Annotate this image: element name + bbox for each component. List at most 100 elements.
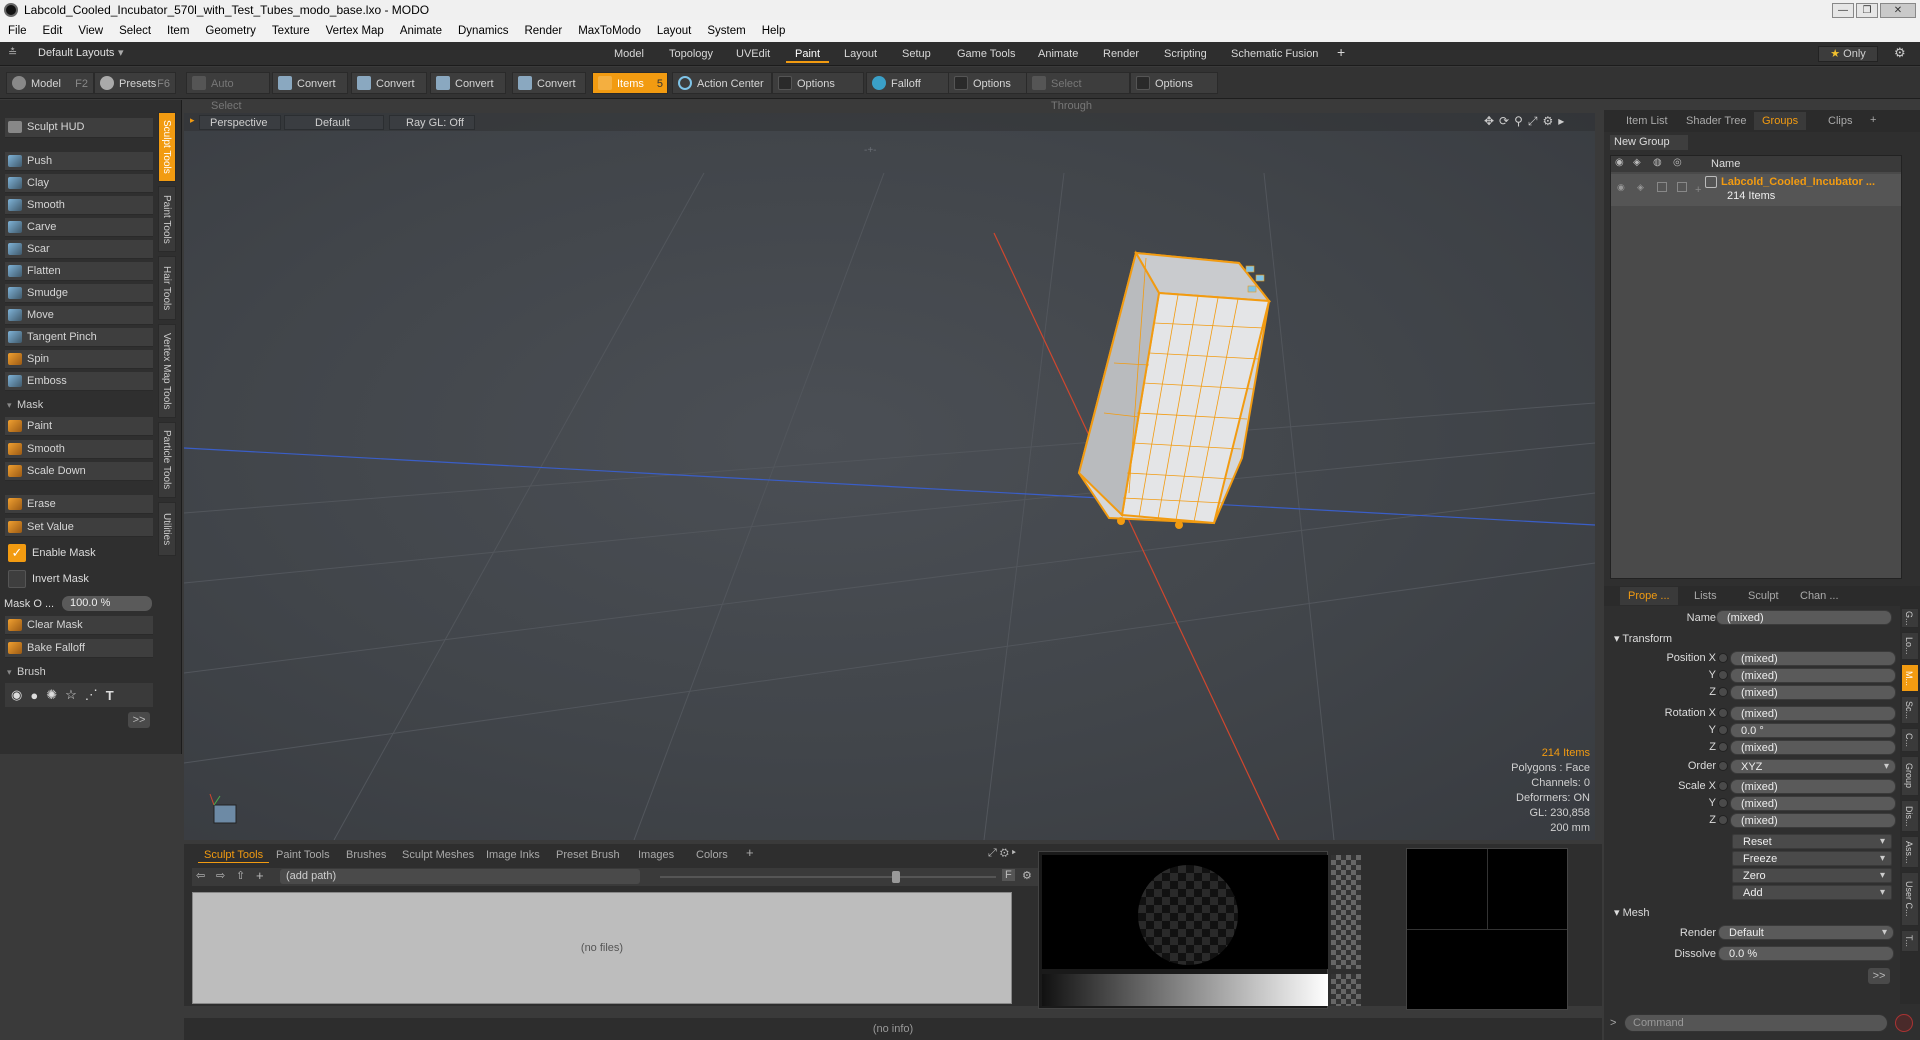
bottom-tab-brushes[interactable]: Brushes <box>340 847 392 863</box>
animate-dot[interactable] <box>1718 725 1728 735</box>
menu-layout[interactable]: Layout <box>649 25 700 37</box>
invert-mask-checkbox[interactable] <box>8 570 26 588</box>
order-dropdown[interactable]: XYZ <box>1730 759 1896 774</box>
mask-scale-down-button[interactable]: Scale Down <box>5 462 153 481</box>
view-type-dropdown[interactable]: Perspective <box>199 115 281 130</box>
menu-system[interactable]: System <box>699 25 753 37</box>
position-z-field[interactable]: (mixed) <box>1730 685 1896 700</box>
position-y-field[interactable]: (mixed) <box>1730 668 1896 683</box>
bottom-tab-sculpt-meshes[interactable]: Sculpt Meshes <box>396 847 480 863</box>
side-tab-t[interactable]: T... <box>1901 930 1919 952</box>
tab-setup[interactable]: Setup <box>893 45 940 63</box>
position-x-field[interactable]: (mixed) <box>1730 651 1896 666</box>
viewport-menu-arrow-icon[interactable]: ▸ <box>190 115 195 126</box>
hard-brush-icon[interactable]: ● <box>30 688 38 703</box>
add-tab-button[interactable]: + <box>740 845 760 861</box>
vtab-particle-tools[interactable]: Particle Tools <box>158 422 176 498</box>
mask-section-header[interactable]: Mask <box>5 397 153 413</box>
tool-smudge[interactable]: Smudge <box>5 284 153 303</box>
tab-scripting[interactable]: Scripting <box>1155 45 1216 63</box>
menu-geometry[interactable]: Geometry <box>197 25 264 37</box>
rotation-x-field[interactable]: (mixed) <box>1730 706 1896 721</box>
action-center-options-button[interactable]: Options <box>772 72 864 94</box>
group-row[interactable]: ◉ ◈ + Labcold_Cooled_Incubator ... 214 I… <box>1611 174 1901 206</box>
menu-help[interactable]: Help <box>754 25 794 37</box>
brush-section-header[interactable]: Brush <box>5 664 153 680</box>
tab-layout[interactable]: Layout <box>835 45 886 63</box>
tab-item-list[interactable]: Item List <box>1618 112 1676 130</box>
rotation-y-field[interactable]: 0.0 ° <box>1730 723 1896 738</box>
select-through-options-button[interactable]: Options <box>1130 72 1218 94</box>
menu-animate[interactable]: Animate <box>392 25 450 37</box>
sculpt-hud-button[interactable]: Sculpt HUD <box>5 118 153 138</box>
swatch-preview[interactable] <box>1331 974 1361 1006</box>
set-value-button[interactable]: Set Value <box>5 518 153 537</box>
tab-topology[interactable]: Topology <box>660 45 722 63</box>
panel-expand-icon[interactable]: ⤢ ⚙ ▸ <box>988 847 1016 860</box>
tab-lists[interactable]: Lists <box>1686 587 1725 605</box>
tool-push[interactable]: Push <box>5 152 153 171</box>
model-mode-button[interactable]: Model F2 <box>6 72 94 94</box>
groups-list[interactable]: ◉ ◈ ◍ ◎ Name ◉ ◈ + Labcold_Cooled_Incuba… <box>1610 155 1902 579</box>
menu-render[interactable]: Render <box>516 25 570 37</box>
add-path-icon[interactable]: + <box>256 868 264 883</box>
maximize-button[interactable]: ❐ <box>1856 2 1878 18</box>
vtab-sculpt-tools[interactable]: Sculpt Tools <box>158 112 176 182</box>
close-button[interactable]: ✕ <box>1880 2 1916 18</box>
side-tab-m[interactable]: M... <box>1901 664 1919 692</box>
zero-dropdown[interactable]: Zero <box>1732 868 1892 883</box>
freeze-dropdown[interactable]: Freeze <box>1732 851 1892 866</box>
tab-model[interactable]: Model <box>605 45 653 63</box>
bottom-tab-sculpt-tools[interactable]: Sculpt Tools <box>198 847 270 863</box>
side-tab-lo[interactable]: Lo... <box>1901 632 1919 660</box>
opacity-strip[interactable] <box>1331 855 1361 969</box>
bottom-tab-image-inks[interactable]: Image Inks <box>480 847 546 863</box>
bottom-tab-paint-tools[interactable]: Paint Tools <box>270 847 336 863</box>
tab-groups[interactable]: Groups <box>1754 112 1807 130</box>
animate-dot[interactable] <box>1718 670 1728 680</box>
tool-tangent-pinch[interactable]: Tangent Pinch <box>5 328 153 347</box>
filter-button[interactable]: F <box>1002 869 1015 881</box>
enable-mask-checkbox[interactable]: ✓ <box>8 544 26 562</box>
side-tab-g[interactable]: G... <box>1901 608 1919 628</box>
more-button[interactable]: >> <box>128 712 150 728</box>
add-panel-tab-button[interactable]: + <box>1862 111 1884 129</box>
animate-dot[interactable] <box>1718 798 1728 808</box>
tool-flatten[interactable]: Flatten <box>5 262 153 281</box>
splatter-brush-icon[interactable]: ✺ <box>46 687 57 703</box>
menu-file[interactable]: File <box>0 25 35 37</box>
bake-falloff-button[interactable]: Bake Falloff <box>5 639 153 658</box>
eye-icon[interactable]: ◉ <box>1617 182 1625 193</box>
record-icon[interactable] <box>1895 1014 1913 1032</box>
raygl-toggle[interactable]: Ray GL: Off <box>389 115 475 130</box>
menu-maxtomodo[interactable]: MaxToModo <box>570 25 649 37</box>
erase-button[interactable]: Erase <box>5 495 153 514</box>
animate-dot[interactable] <box>1718 742 1728 752</box>
tab-properties[interactable]: Prope ... <box>1620 587 1678 605</box>
tool-spin[interactable]: Spin <box>5 350 153 369</box>
tab-animate[interactable]: Animate <box>1029 45 1087 63</box>
tool-smooth[interactable]: Smooth <box>5 196 153 215</box>
menu-view[interactable]: View <box>70 25 111 37</box>
tab-uvedit[interactable]: UVEdit <box>727 45 779 63</box>
tab-game-tools[interactable]: Game Tools <box>948 45 1025 63</box>
scale-y-field[interactable]: (mixed) <box>1730 796 1896 811</box>
side-tab-dis[interactable]: Dis... <box>1901 800 1919 832</box>
minimize-button[interactable]: — <box>1832 2 1854 18</box>
parent-folder-icon[interactable]: ⇧ <box>236 869 245 882</box>
add-dropdown[interactable]: Add <box>1732 885 1892 900</box>
file-browser-area[interactable]: (no files) <box>192 892 1012 1004</box>
bottom-tab-preset-brush[interactable]: Preset Brush <box>550 847 626 863</box>
only-toggle[interactable]: ★ Only <box>1818 46 1878 62</box>
expand-icon[interactable]: + <box>1695 184 1701 196</box>
lock-icon[interactable]: ◈ <box>1637 182 1644 193</box>
auto-select-button[interactable]: Auto Select <box>186 72 270 112</box>
layout-menu-icon[interactable]: ≛ <box>8 46 17 59</box>
scale-z-field[interactable]: (mixed) <box>1730 813 1896 828</box>
color-gradient-strip[interactable] <box>1042 974 1328 1006</box>
tool-emboss[interactable]: Emboss <box>5 372 153 391</box>
vtab-utilities[interactable]: Utilities <box>158 502 176 556</box>
procedural-brush-icon[interactable]: ⋰ <box>85 687 98 703</box>
side-tab-sc[interactable]: Sc... <box>1901 696 1919 724</box>
back-arrow-icon[interactable]: ⇦ <box>196 869 205 882</box>
